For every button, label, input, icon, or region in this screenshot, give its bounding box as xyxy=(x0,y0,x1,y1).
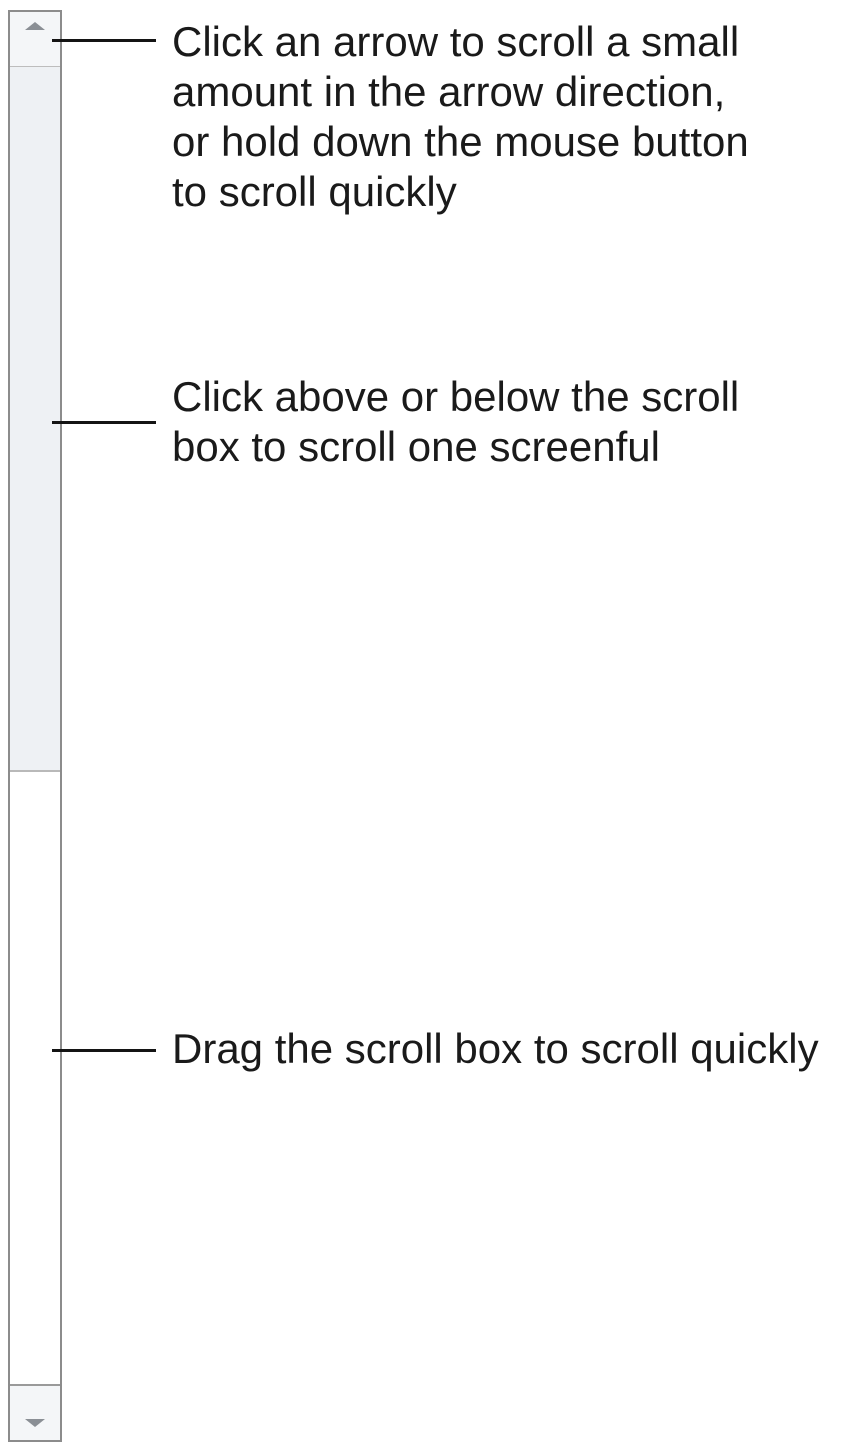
scroll-down-button[interactable] xyxy=(10,1384,60,1440)
callout-line: Drag the scroll box to scroll quickly xyxy=(172,1025,819,1072)
callout-line: Click above or below the scroll xyxy=(172,373,740,420)
arrow-callout-line xyxy=(52,39,156,42)
scroll-trough[interactable] xyxy=(10,67,60,772)
callout-line: or hold down the mouse button xyxy=(172,118,749,165)
trough-callout-text: Click above or below the scroll box to s… xyxy=(172,372,739,472)
callout-line: amount in the arrow direction, xyxy=(172,68,726,115)
scroll-box-callout-line xyxy=(52,1049,156,1052)
triangle-down-icon xyxy=(25,1419,45,1427)
triangle-up-icon xyxy=(25,22,45,30)
callout-line: to scroll quickly xyxy=(172,168,457,215)
scroll-box-callout-text: Drag the scroll box to scroll quickly xyxy=(172,1024,819,1074)
callout-line: Click an arrow to scroll a small xyxy=(172,18,740,65)
trough-callout-line xyxy=(52,421,156,424)
callout-line: box to scroll one screenful xyxy=(172,423,660,470)
scroll-box-thumb[interactable] xyxy=(10,772,60,1388)
arrow-callout-text: Click an arrow to scroll a small amount … xyxy=(172,17,749,217)
vertical-scrollbar[interactable] xyxy=(8,10,62,1442)
